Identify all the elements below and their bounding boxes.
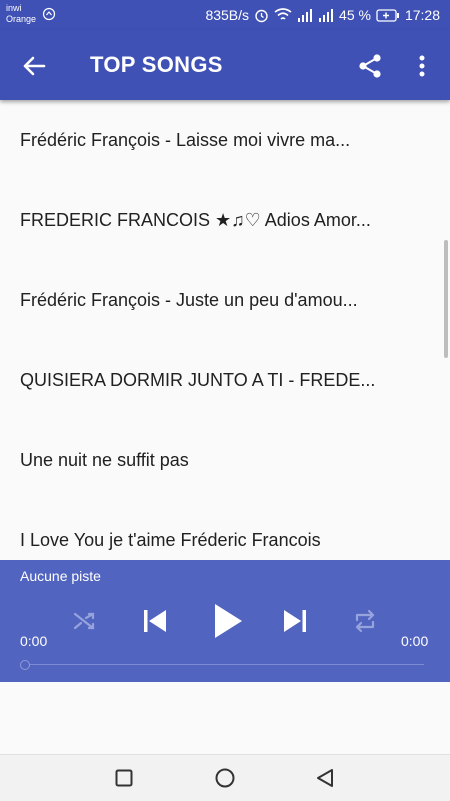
wifi-icon	[274, 8, 292, 20]
app-bar: TOP SONGS	[0, 30, 450, 100]
total-duration: 0:00	[401, 633, 429, 649]
status-bar: inwi Orange 835B/s 45 % 17:28	[0, 0, 450, 30]
song-title: Une nuit ne suffit pas	[20, 449, 189, 470]
music-player: Aucune piste 0:00 0:00	[0, 560, 450, 682]
current-track-label: Aucune piste	[20, 568, 101, 584]
home-icon[interactable]	[215, 768, 235, 788]
list-item[interactable]: Frédéric François - Laisse moi vivre ma.…	[0, 100, 450, 180]
list-scrollbar[interactable]	[444, 240, 448, 358]
skip-previous-icon[interactable]	[142, 606, 168, 636]
repeat-icon[interactable]	[352, 608, 378, 634]
battery-icon	[376, 8, 399, 22]
more-vert-icon[interactable]	[412, 52, 432, 80]
alarm-icon	[255, 9, 268, 22]
signal-icon-1	[298, 9, 313, 22]
arrow-left-icon[interactable]	[20, 52, 48, 80]
empty-area	[0, 682, 450, 754]
carrier-secondary: Orange	[6, 14, 37, 24]
song-title: Frédéric François - Juste un peu d'amou.…	[20, 289, 358, 310]
seek-thumb[interactable]	[20, 660, 30, 670]
back-nav-icon[interactable]	[315, 768, 335, 788]
song-title: FREDERIC FRANCOIS ★♫♡ Adios Amor...	[20, 209, 371, 230]
elapsed-time: 0:00	[20, 633, 48, 649]
clock: 17:28	[404, 7, 440, 23]
carrier-primary: inwi	[6, 3, 22, 13]
play-icon[interactable]	[212, 602, 244, 640]
shuffle-icon[interactable]	[72, 608, 98, 634]
system-nav-bar	[0, 754, 450, 801]
share-icon[interactable]	[356, 52, 384, 80]
song-title: QUISIERA DORMIR JUNTO A TI - FREDE...	[20, 369, 376, 390]
list-item[interactable]: I Love You je t'aime Fréderic Francois	[0, 500, 450, 560]
battery-percent: 45 %	[339, 7, 371, 23]
recent-apps-icon[interactable]	[115, 769, 133, 787]
song-list: Frédéric François - Laisse moi vivre ma.…	[0, 100, 450, 560]
carrier-info: inwi Orange	[6, 3, 36, 25]
signal-icon-2	[319, 9, 334, 22]
list-item[interactable]: Frédéric François - Juste un peu d'amou.…	[0, 260, 450, 340]
page-title: TOP SONGS	[90, 52, 223, 77]
sync-icon	[42, 7, 56, 21]
list-item[interactable]: Une nuit ne suffit pas	[0, 420, 450, 500]
status-indicators: 835B/s 45 % 17:28	[205, 0, 440, 30]
network-speed: 835B/s	[205, 7, 250, 23]
skip-next-icon[interactable]	[282, 606, 308, 636]
list-item[interactable]: QUISIERA DORMIR JUNTO A TI - FREDE...	[0, 340, 450, 420]
seek-bar[interactable]	[26, 664, 424, 665]
song-title: Frédéric François - Laisse moi vivre ma.…	[20, 129, 351, 150]
list-item[interactable]: FREDERIC FRANCOIS ★♫♡ Adios Amor...	[0, 180, 450, 260]
song-title: I Love You je t'aime Fréderic Francois	[20, 529, 321, 550]
